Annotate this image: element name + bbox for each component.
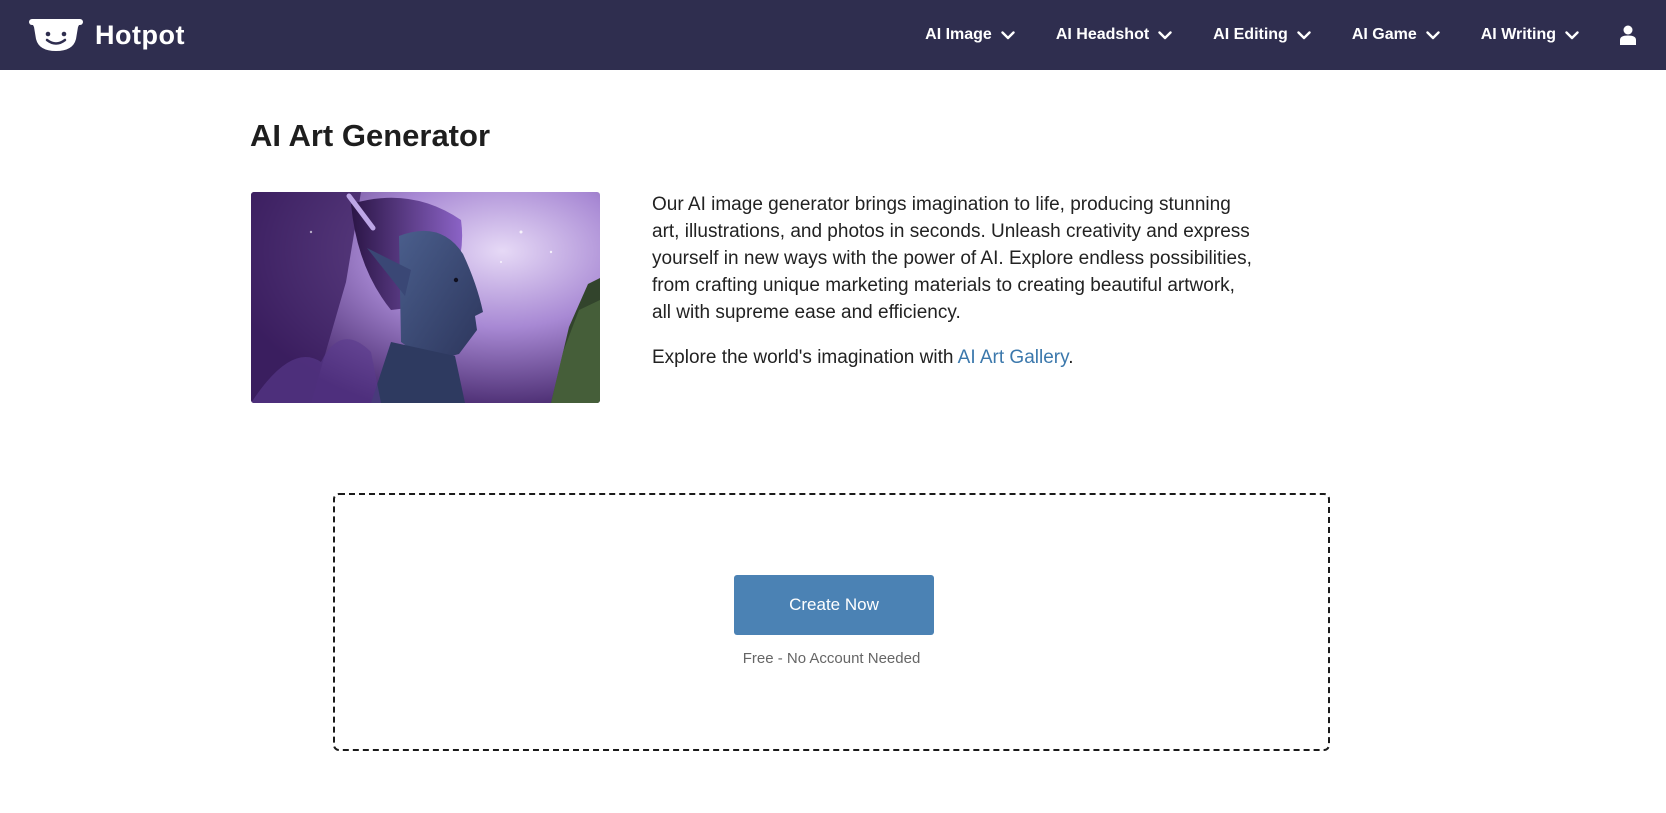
chevron-down-icon [1158, 30, 1172, 39]
gallery-prefix: Explore the world's imagination with [652, 347, 958, 368]
main-nav: AI Image AI Headshot AI Editing AI Game … [925, 0, 1666, 70]
nav-label: AI Writing [1480, 26, 1556, 43]
gallery-suffix: . [1068, 347, 1074, 368]
nav-label: AI Image [925, 26, 992, 43]
nav-ai-headshot[interactable]: AI Headshot [1056, 26, 1172, 44]
chevron-down-icon [1297, 30, 1311, 39]
brand-name: Hotpot [95, 19, 185, 50]
nav-ai-game[interactable]: AI Game [1352, 26, 1440, 44]
nav-ai-image[interactable]: AI Image [925, 26, 1015, 44]
nav-ai-editing[interactable]: AI Editing [1213, 26, 1311, 44]
create-now-button[interactable]: Create Now [734, 575, 934, 635]
chevron-down-icon [1001, 30, 1015, 39]
smiling-pot-logo-icon [29, 19, 83, 51]
nav-label: AI Game [1351, 26, 1417, 43]
intro-description: Our AI image generator brings imaginatio… [652, 194, 1252, 323]
gallery-prompt: Explore the world's imagination with AI … [652, 344, 1073, 371]
brand-logo[interactable]: Hotpot [29, 17, 185, 53]
fantasy-elf-portrait-image [251, 192, 600, 403]
free-note: Free - No Account Needed [742, 650, 921, 667]
chevron-down-icon [1565, 30, 1579, 39]
page-title: AI Art Generator [250, 118, 491, 153]
top-navbar: Hotpot AI Image AI Headshot AI Editing A… [0, 0, 1666, 70]
nav-ai-writing[interactable]: AI Writing [1481, 26, 1579, 44]
user-icon[interactable] [1620, 25, 1636, 45]
nav-label: AI Headshot [1055, 26, 1150, 43]
create-panel: Create Now Free - No Account Needed [333, 493, 1330, 751]
ai-art-gallery-link[interactable]: AI Art Gallery [958, 347, 1069, 368]
chevron-down-icon [1426, 30, 1440, 39]
hero-image [251, 192, 600, 403]
nav-label: AI Editing [1213, 26, 1288, 43]
